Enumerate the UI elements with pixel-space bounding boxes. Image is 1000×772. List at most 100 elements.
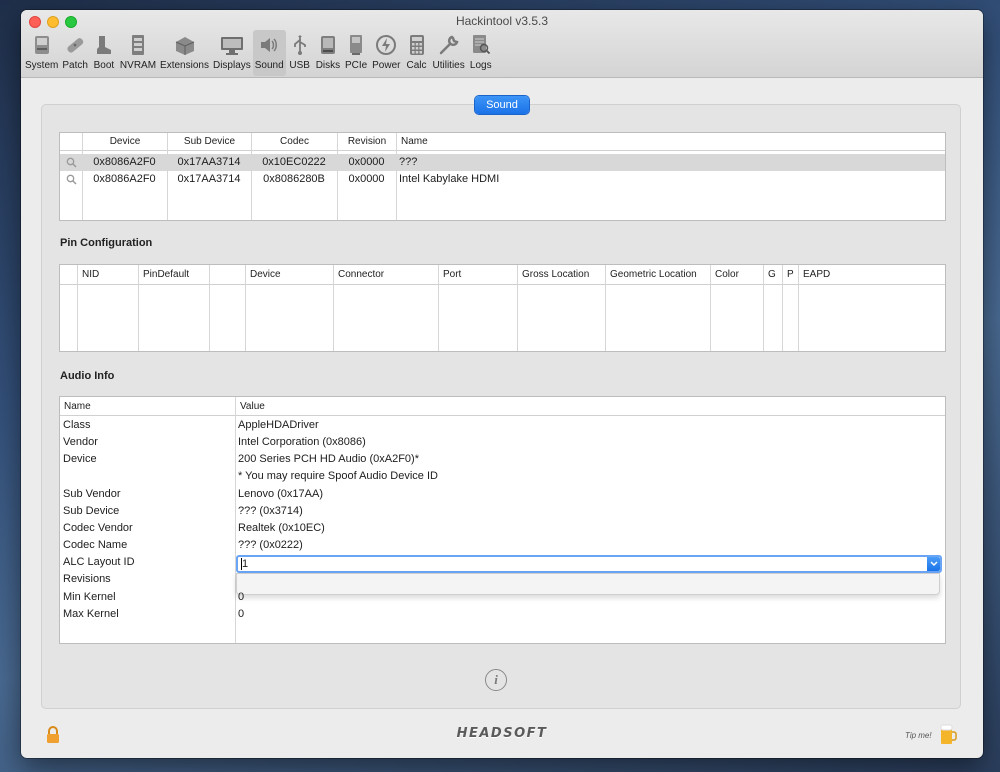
name-cell: ??? xyxy=(399,156,418,168)
audio-info-name: ALC Layout ID xyxy=(63,556,135,568)
info-icon[interactable]: i xyxy=(485,669,507,691)
toolbar-patch[interactable]: Patch xyxy=(60,30,90,76)
pin-col-pindefault[interactable]: PinDefault xyxy=(138,265,209,285)
pin-col-connector[interactable]: Connector xyxy=(333,265,438,285)
lock-icon[interactable] xyxy=(45,726,61,744)
revision-cell: 0x0000 xyxy=(348,156,385,168)
pin-col-gross-location[interactable]: Gross Location xyxy=(517,265,605,285)
audio-info-value: ??? (0x3714) xyxy=(238,505,303,517)
audio-col-name[interactable]: Name xyxy=(60,397,235,416)
audio-info-header: Name Value xyxy=(60,397,945,416)
toolbar-nvram[interactable]: NVRAM xyxy=(118,30,158,76)
pin-col-nid[interactable]: NID xyxy=(77,265,138,285)
audio-info-value: 0 xyxy=(238,608,245,620)
pin-config-header: NID PinDefault Device Connector Port Gro… xyxy=(60,265,945,285)
toolbar-logs[interactable]: Logs xyxy=(467,30,495,76)
table-row[interactable]: 0x8086A2F0 0x17AA3714 0x8086280B 0x0000 … xyxy=(60,171,945,188)
pcie-icon xyxy=(344,33,368,57)
audio-info-value: Intel Corporation (0x8086) xyxy=(238,436,366,448)
boot-icon xyxy=(92,33,116,57)
titlebar: Hackintool v3.5.3 System Patch Boot NVRA… xyxy=(21,10,983,78)
pin-col-p[interactable]: P xyxy=(782,265,798,285)
device-cell: 0x8086A2F0 xyxy=(93,156,156,168)
audio-info-name: Vendor xyxy=(63,436,98,448)
audio-info-value: ??? (0x0222) xyxy=(238,539,303,551)
devices-col-sub-device[interactable]: Sub Device xyxy=(167,133,251,151)
alc-layout-id-value[interactable]: 1 xyxy=(241,557,248,571)
devices-col-name[interactable]: Name xyxy=(396,133,945,151)
toolbar-calc[interactable]: Calc xyxy=(403,30,431,76)
extensions-icon xyxy=(173,33,197,57)
toolbar-utilities[interactable]: Utilities xyxy=(431,30,467,76)
calc-icon xyxy=(405,33,429,57)
devices-col-revision[interactable]: Revision xyxy=(337,133,396,151)
audio-info-name: Class xyxy=(63,419,91,431)
toolbar-extensions[interactable]: Extensions xyxy=(158,30,211,76)
beer-icon[interactable] xyxy=(939,722,957,746)
audio-info-name: Codec Vendor xyxy=(63,522,133,534)
patch-icon xyxy=(63,33,87,57)
sub-device-cell: 0x17AA3714 xyxy=(177,156,241,168)
toolbar-pcie[interactable]: PCIe xyxy=(342,30,370,76)
toolbar-usb[interactable]: USB xyxy=(286,30,314,76)
toolbar-power[interactable]: Power xyxy=(370,30,402,76)
toolbar: System Patch Boot NVRAM Extensions Displ… xyxy=(23,30,495,76)
tip-me-label[interactable]: Tip me! xyxy=(905,731,932,740)
toolbar-system[interactable]: System xyxy=(23,30,60,76)
audio-info-table: Name Value Class AppleHDADriver Vendor I… xyxy=(59,396,946,644)
audio-info-value: Lenovo (0x17AA) xyxy=(238,488,323,500)
window-title: Hackintool v3.5.3 xyxy=(455,14,549,28)
pin-col-select xyxy=(60,265,77,285)
app-window: Hackintool v3.5.3 System Patch Boot NVRA… xyxy=(21,10,983,758)
toolbar-sound[interactable]: Sound xyxy=(252,30,286,76)
devices-col-device[interactable]: Device xyxy=(82,133,167,151)
audio-info-name: Max Kernel xyxy=(63,608,119,620)
audio-info-value: * You may require Spoof Audio Device ID xyxy=(238,470,438,482)
name-cell: Intel Kabylake HDMI xyxy=(399,173,500,185)
system-icon xyxy=(30,33,54,57)
alc-layout-id-dropdown[interactable] xyxy=(236,573,940,595)
audio-info-name: Device xyxy=(63,453,97,465)
pin-col-device[interactable]: Device xyxy=(245,265,333,285)
pin-col-geometric-location[interactable]: Geometric Location xyxy=(605,265,710,285)
codec-cell: 0x10EC0222 xyxy=(262,156,326,168)
toolbar-boot[interactable]: Boot xyxy=(90,30,118,76)
pin-col-color[interactable]: Color xyxy=(710,265,763,285)
audio-info-name: Min Kernel xyxy=(63,591,116,603)
codec-cell: 0x8086280B xyxy=(263,173,325,185)
pin-col-port[interactable]: Port xyxy=(438,265,517,285)
device-cell: 0x8086A2F0 xyxy=(93,173,156,185)
power-icon xyxy=(374,33,398,57)
pin-config-table: NID PinDefault Device Connector Port Gro… xyxy=(59,264,946,352)
chevron-down-icon[interactable] xyxy=(927,557,940,571)
audio-col-value[interactable]: Value xyxy=(235,397,945,416)
toolbar-displays[interactable]: Displays xyxy=(211,30,253,76)
magnifier-icon[interactable] xyxy=(66,154,78,171)
pin-col-blank[interactable] xyxy=(209,265,245,285)
table-row[interactable]: 0x8086A2F0 0x17AA3714 0x10EC0222 0x0000 … xyxy=(60,154,945,171)
usb-icon xyxy=(288,33,312,57)
audio-info-value: AppleHDADriver xyxy=(238,419,319,431)
pin-col-g[interactable]: G xyxy=(763,265,782,285)
headsoft-logo[interactable]: HEADSOFT xyxy=(439,726,565,742)
alc-layout-id-combo[interactable]: 1 xyxy=(236,555,942,573)
devices-col-codec[interactable]: Codec xyxy=(251,133,337,151)
displays-icon xyxy=(220,33,244,57)
audio-info-value: Realtek (0x10EC) xyxy=(238,522,325,534)
pin-config-title: Pin Configuration xyxy=(60,237,153,249)
sound-icon xyxy=(257,33,281,57)
audio-info-name: Sub Device xyxy=(63,505,120,517)
tab-sound[interactable]: Sound xyxy=(475,96,529,114)
toolbar-disks[interactable]: Disks xyxy=(314,30,342,76)
audio-info-value: 0 xyxy=(238,591,245,603)
audio-info-name: Codec Name xyxy=(63,539,128,551)
sub-device-cell: 0x17AA3714 xyxy=(177,173,241,185)
audio-info-value: 200 Series PCH HD Audio (0xA2F0)* xyxy=(238,453,419,465)
magnifier-icon[interactable] xyxy=(66,171,78,188)
audio-info-name: Revisions xyxy=(63,573,111,585)
nvram-icon xyxy=(126,33,150,57)
pin-col-eapd[interactable]: EAPD xyxy=(798,265,945,285)
devices-table: Device Sub Device Codec Revision Name 0x… xyxy=(59,132,946,221)
audio-info-title: Audio Info xyxy=(60,370,115,382)
disks-icon xyxy=(316,33,340,57)
